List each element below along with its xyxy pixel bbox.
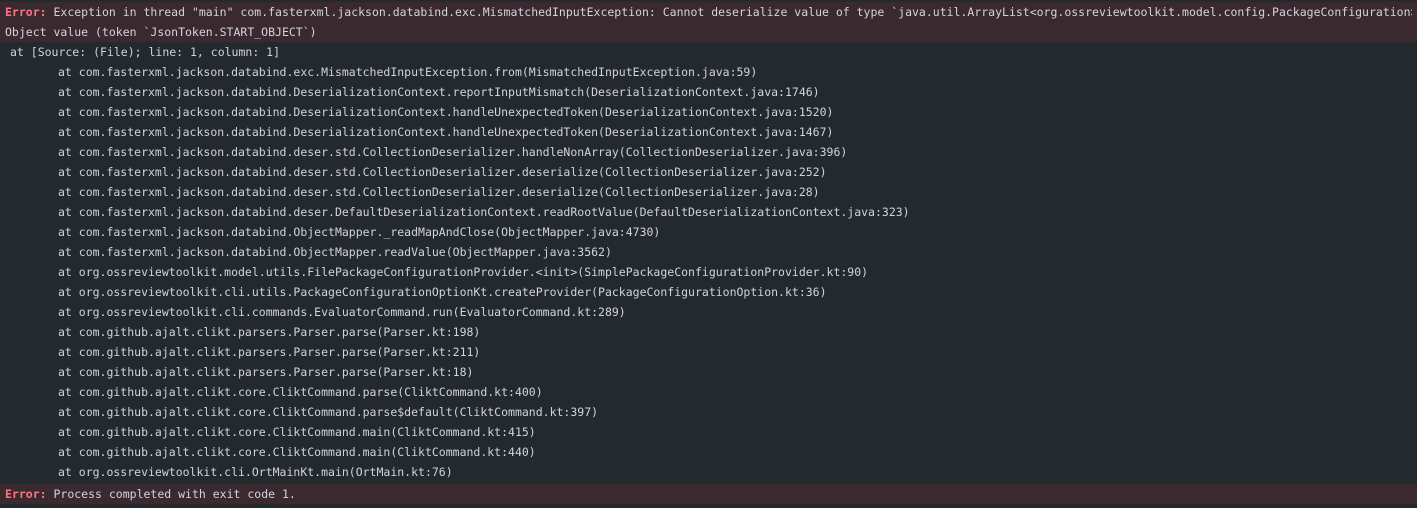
- stack-frame: at com.fasterxml.jackson.databind.deser.…: [58, 165, 827, 179]
- stack-frame: at com.github.ajalt.clikt.core.CliktComm…: [58, 385, 543, 399]
- exception-line-1: Error: Exception in thread "main" com.fa…: [5, 2, 1412, 22]
- stack-frame: at com.fasterxml.jackson.databind.deser.…: [58, 185, 820, 199]
- stack-frame: at com.fasterxml.jackson.databind.Deseri…: [58, 105, 834, 119]
- stack-frame: at com.github.ajalt.clikt.parsers.Parser…: [58, 345, 481, 359]
- final-error-line: Error: Process completed with exit code …: [5, 484, 1412, 504]
- stack-frame: at org.ossreviewtoolkit.model.utils.File…: [58, 265, 869, 279]
- final-error-message: Process completed with exit code 1.: [53, 487, 296, 501]
- stack-frame: at com.github.ajalt.clikt.core.CliktComm…: [58, 405, 599, 419]
- exception-message: Exception in thread "main" com.fasterxml…: [53, 5, 1412, 19]
- exception-line-2: Object value (token `JsonToken.START_OBJ…: [5, 25, 317, 39]
- stack-frame: at com.github.ajalt.clikt.parsers.Parser…: [58, 325, 481, 339]
- console-output: Error: Exception in thread "main" com.fa…: [0, 0, 1417, 508]
- stack-frame: at org.ossreviewtoolkit.cli.utils.Packag…: [58, 285, 827, 299]
- final-error-block: Error: Process completed with exit code …: [0, 484, 1417, 504]
- stack-trace: at com.fasterxml.jackson.databind.exc.Mi…: [0, 62, 1417, 482]
- error-label: Error:: [5, 487, 47, 501]
- stack-frame: at com.fasterxml.jackson.databind.Object…: [58, 225, 661, 239]
- stack-frame: at com.fasterxml.jackson.databind.Deseri…: [58, 85, 820, 99]
- stack-frame: at com.fasterxml.jackson.databind.deser.…: [58, 205, 910, 219]
- source-location-line: at [Source: (File); line: 1, column: 1]: [10, 45, 281, 59]
- stack-frame: at com.fasterxml.jackson.databind.exc.Mi…: [58, 65, 758, 79]
- stack-frame: at com.github.ajalt.clikt.core.CliktComm…: [58, 445, 536, 459]
- stack-frame: at com.fasterxml.jackson.databind.Deseri…: [58, 125, 834, 139]
- error-label: Error:: [5, 5, 47, 19]
- stack-frame: at com.github.ajalt.clikt.parsers.Parser…: [58, 365, 474, 379]
- stack-frame: at com.fasterxml.jackson.databind.Object…: [58, 245, 612, 259]
- stack-frame: at org.ossreviewtoolkit.cli.OrtMainKt.ma…: [58, 465, 453, 479]
- exception-error-block: Error: Exception in thread "main" com.fa…: [0, 2, 1417, 42]
- stack-frame: at com.fasterxml.jackson.databind.deser.…: [58, 145, 848, 159]
- stack-frame: at com.github.ajalt.clikt.core.CliktComm…: [58, 425, 536, 439]
- stack-frame: at org.ossreviewtoolkit.cli.commands.Eva…: [58, 305, 626, 319]
